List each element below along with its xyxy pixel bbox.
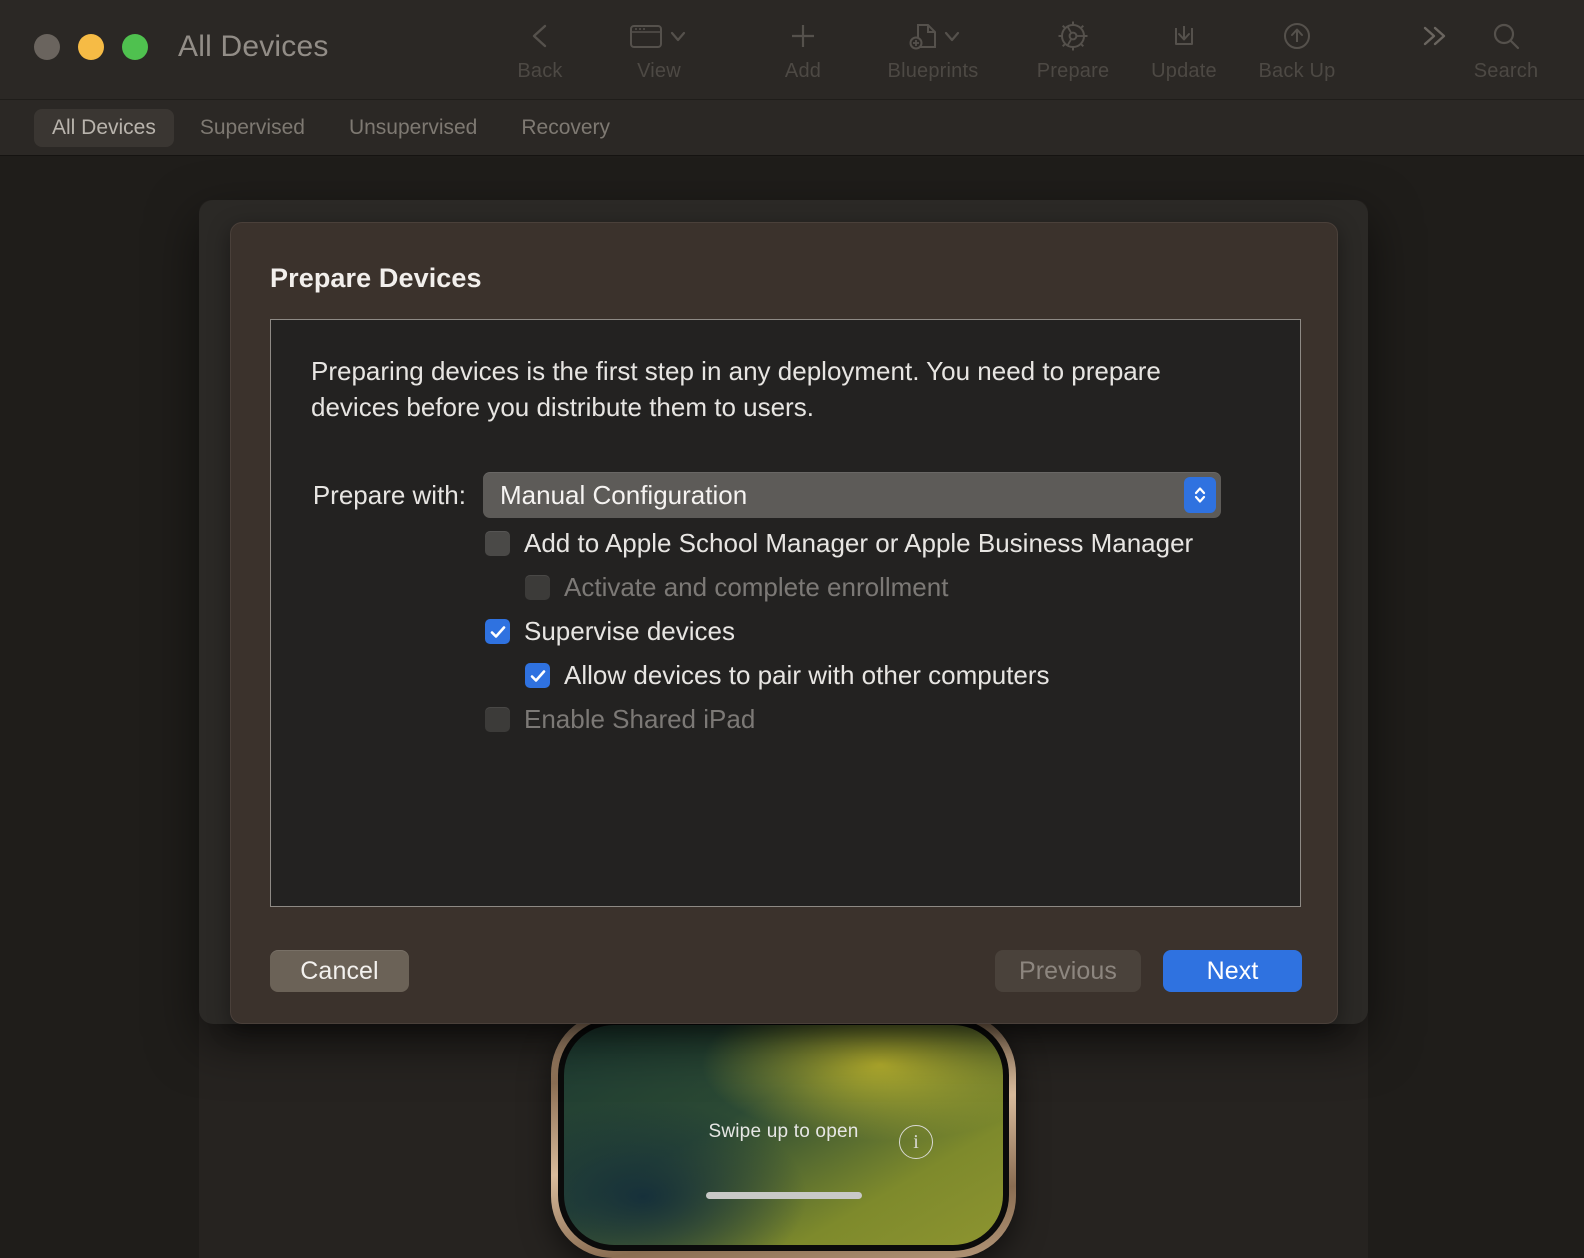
checkbox-row-activate-enrollment: Activate and complete enrollment [525,572,948,603]
toolbar-back-label: Back [517,60,563,82]
toolbar-blueprints-button[interactable]: Blueprints [873,14,993,83]
cancel-button[interactable]: Cancel [270,950,409,992]
tab-unsupervised[interactable]: Unsupervised [331,109,495,147]
previous-button: Previous [995,950,1141,992]
download-tray-icon [1168,14,1200,58]
plus-icon [788,14,818,58]
search-icon [1490,14,1522,58]
checkbox-add-to-asm-abm[interactable] [485,531,510,556]
window-icon [628,14,690,58]
checkbox-activate-enrollment [525,575,550,600]
sheet-panel: Preparing devices is the first step in a… [270,319,1301,907]
toolbar-update-button[interactable]: Update [1124,14,1244,83]
toolbar-view-label: View [637,60,681,82]
checkbox-label-add-to-asm-abm: Add to Apple School Manager or Apple Bus… [524,528,1194,558]
checkbox-allow-pairing[interactable] [525,663,550,688]
checkbox-label-supervise-devices: Supervise devices [524,616,735,646]
prepare-with-select[interactable]: Manual Configuration [483,472,1221,518]
title-bar: All Devices Back View Add Blueprints Pre… [0,0,1584,100]
checkbox-label-allow-pairing: Allow devices to pair with other compute… [564,660,1050,690]
arrow-up-circle-icon [1281,14,1313,58]
next-button[interactable]: Next [1163,950,1302,992]
checkbox-label-activate-enrollment: Activate and complete enrollment [564,572,949,602]
prepare-devices-sheet: Prepare Devices Preparing devices is the… [230,222,1338,1024]
sheet-title: Prepare Devices [270,263,482,293]
checkbox-label-enable-shared-ipad: Enable Shared iPad [524,704,756,734]
toolbar-prepare-label: Prepare [1036,60,1110,82]
toolbar-add-label: Add [784,60,822,82]
tab-all-devices[interactable]: All Devices [34,108,174,147]
device-preview-screen: Swipe up to open i [564,1025,1003,1245]
close-window-button[interactable] [34,34,60,60]
checkbox-row-add-to-asm-abm[interactable]: Add to Apple School Manager or Apple Bus… [485,528,1193,559]
tab-recovery[interactable]: Recovery [503,109,628,147]
gear-icon [1056,14,1090,58]
toolbar-blueprints-label: Blueprints [887,60,979,82]
traffic-lights [34,34,148,60]
prepare-with-value: Manual Configuration [500,480,748,510]
checkbox-row-supervise-devices[interactable]: Supervise devices [485,616,735,647]
prepare-with-label: Prepare with: [312,480,466,510]
checkbox-supervise-devices[interactable] [485,619,510,644]
checkbox-row-allow-pairing[interactable]: Allow devices to pair with other compute… [525,660,1050,691]
toolbar-backup-button[interactable]: Back Up [1237,14,1357,83]
toolbar-backup-label: Back Up [1258,60,1336,82]
minimize-window-button[interactable] [78,34,104,60]
toolbar-update-label: Update [1151,60,1217,82]
toolbar-search-button[interactable]: Search [1446,14,1566,83]
window-title: All Devices [178,30,329,63]
toolbar-add-button[interactable]: Add [743,14,863,83]
home-indicator [705,1192,862,1199]
device-preview-bezel: Swipe up to open i [558,1019,1009,1251]
checkbox-row-enable-shared-ipad: Enable Shared iPad [485,704,755,735]
app-window: All Devices Back View Add Blueprints Pre… [0,0,1584,1258]
sheet-description: Preparing devices is the first step in a… [311,356,1161,422]
tab-strip: All Devices Supervised Unsupervised Reco… [0,100,1584,156]
toolbar-prepare-button[interactable]: Prepare [1013,14,1133,83]
chevron-left-icon [527,14,553,58]
lock-screen-hint: Swipe up to open [708,1121,859,1142]
tab-supervised[interactable]: Supervised [182,109,323,147]
document-add-icon [900,14,966,58]
toolbar-search-label: Search [1473,60,1539,82]
info-icon: i [899,1125,933,1159]
maximize-window-button[interactable] [122,34,148,60]
prepare-with-row: Prepare with: Manual Configuration [271,472,1300,518]
toolbar-view-button[interactable]: View [599,14,719,83]
sheet-container: Prepare Devices Preparing devices is the… [199,200,1368,1024]
device-preview-iphone: Swipe up to open i [551,1012,1016,1258]
chevron-updown-icon[interactable] [1184,477,1216,513]
toolbar-back-button[interactable]: Back [480,14,600,83]
checkbox-enable-shared-ipad [485,707,510,732]
